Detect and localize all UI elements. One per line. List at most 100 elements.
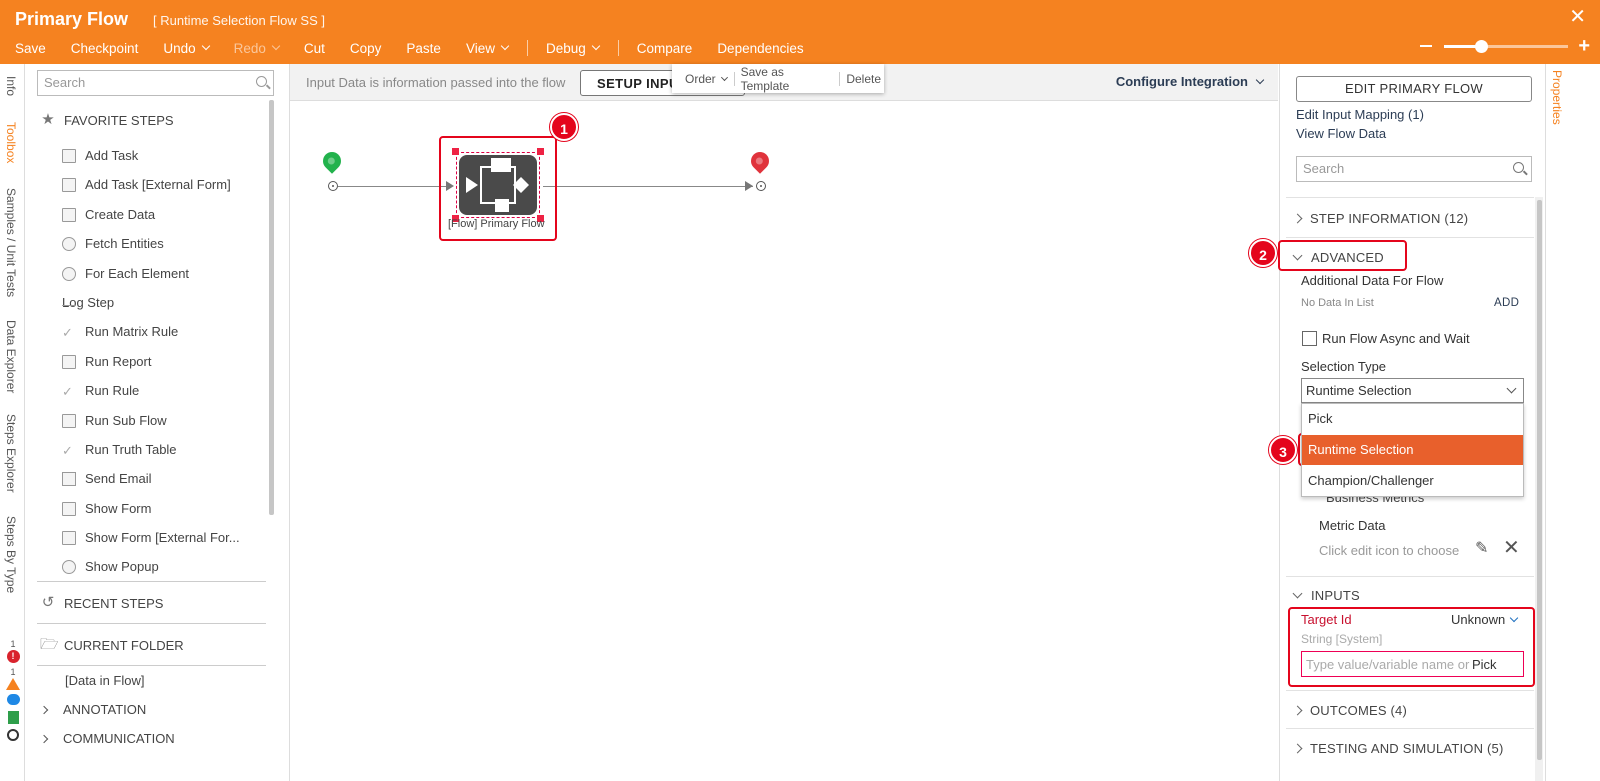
menu-dependencies[interactable]: Dependencies	[709, 41, 811, 56]
menu-redo[interactable]: Redo	[226, 41, 287, 56]
menu-undo[interactable]: Undo	[155, 41, 216, 56]
menu-compare[interactable]: Compare	[629, 41, 701, 56]
tab-data-explorer[interactable]: Data Explorer	[4, 320, 18, 393]
data-in-flow-item[interactable]: [Data in Flow]	[65, 673, 144, 688]
favorite-steps-header[interactable]: ★ FAVORITE STEPS	[40, 111, 173, 128]
selection-type-select[interactable]: Runtime Selection	[1301, 378, 1524, 403]
arrow-icon	[745, 181, 753, 191]
chevron-right-icon	[39, 734, 49, 743]
settings-icon[interactable]	[7, 729, 19, 741]
properties-search-input[interactable]: Search	[1296, 156, 1532, 182]
step-show-form-external[interactable]: Show Form [External For...	[62, 530, 240, 545]
zoom-out-icon[interactable]	[1420, 45, 1432, 47]
chat-icon[interactable]	[6, 694, 20, 705]
save-as-template-button[interactable]: Save as Template	[738, 65, 837, 93]
tab-properties[interactable]: Properties	[1550, 70, 1564, 125]
tab-samples[interactable]: Samples / Unit Tests	[4, 188, 18, 297]
order-menu[interactable]: Order	[682, 72, 719, 86]
status-icons: 1 ! 1	[4, 639, 22, 741]
start-connector[interactable]	[328, 181, 338, 191]
star-icon: ★	[41, 111, 55, 128]
close-icon[interactable]: ✕	[1569, 7, 1586, 27]
step-add-task[interactable]: Add Task	[62, 148, 138, 163]
menu-checkpoint[interactable]: Checkpoint	[63, 41, 147, 56]
step-fetch-entities[interactable]: Fetch Entities	[62, 236, 164, 251]
error-icon[interactable]: !	[6, 650, 20, 663]
step-log-step[interactable]: Log Step	[62, 295, 114, 310]
callout-target-id-highlight	[1288, 607, 1535, 687]
selection-type-dropdown: Pick Runtime Selection Champion/Challeng…	[1301, 403, 1524, 497]
zoom-handle[interactable]	[1475, 40, 1488, 53]
add-data-button[interactable]: ADD	[1494, 297, 1519, 309]
form-icon	[62, 530, 76, 545]
connector-line	[543, 186, 753, 187]
tab-toolbox[interactable]: Toolbox	[4, 122, 18, 163]
rule-icon	[62, 325, 76, 339]
end-connector[interactable]	[756, 181, 766, 191]
toolbox-search-input[interactable]: Search	[37, 70, 274, 96]
delete-button[interactable]: Delete	[843, 72, 884, 86]
pencil-icon[interactable]: ✎	[1475, 541, 1491, 557]
current-folder-header[interactable]: 🗁 CURRENT FOLDER	[40, 637, 184, 653]
step-information-section[interactable]: STEP INFORMATION (12)	[1292, 211, 1468, 226]
edit-primary-flow-button[interactable]: EDIT PRIMARY FLOW	[1296, 76, 1532, 102]
option-pick[interactable]: Pick	[1302, 404, 1523, 434]
menu-debug[interactable]: Debug	[538, 41, 607, 56]
outcomes-section[interactable]: OUTCOMES (4)	[1292, 703, 1407, 718]
view-flow-data-link[interactable]: View Flow Data	[1296, 126, 1386, 141]
step-show-popup[interactable]: Show Popup	[62, 559, 159, 574]
properties-scrollbar[interactable]	[1537, 200, 1542, 760]
menu-separator	[617, 40, 619, 56]
step-run-matrix-rule[interactable]: Run Matrix Rule	[62, 324, 178, 339]
form-icon	[62, 148, 76, 163]
rule-icon	[62, 384, 76, 398]
divider	[1286, 576, 1534, 577]
step-run-truth-table[interactable]: Run Truth Table	[62, 442, 177, 457]
menu-cut[interactable]: Cut	[296, 41, 333, 56]
divider	[1286, 728, 1534, 729]
category-annotation[interactable]: ANNOTATION	[39, 702, 146, 717]
testing-section[interactable]: TESTING AND SIMULATION (5)	[1292, 741, 1503, 756]
tab-steps-explorer[interactable]: Steps Explorer	[4, 414, 18, 493]
zoom-in-icon[interactable]: +	[1578, 36, 1590, 56]
divider	[1286, 237, 1534, 238]
recent-steps-header[interactable]: ↺ RECENT STEPS	[40, 595, 164, 611]
left-side-tabs: Info Toolbox Samples / Unit Tests Data E…	[0, 64, 25, 781]
configure-integration-dropdown[interactable]: Configure Integration	[1116, 74, 1265, 89]
inputs-section[interactable]: INPUTS	[1292, 588, 1360, 603]
warning-count: 1	[10, 667, 16, 677]
option-runtime-selection[interactable]: Runtime Selection	[1302, 435, 1523, 465]
step-for-each-element[interactable]: For Each Element	[62, 266, 189, 281]
run-async-checkbox[interactable]	[1302, 331, 1317, 346]
connector-line	[338, 186, 448, 187]
callout-advanced-highlight	[1278, 240, 1407, 271]
option-champion-challenger[interactable]: Champion/Challenger	[1302, 466, 1523, 496]
step-send-email[interactable]: Send Email	[62, 471, 151, 486]
step-show-form[interactable]: Show Form	[62, 501, 151, 516]
category-communication[interactable]: COMMUNICATION	[39, 731, 175, 746]
step-create-data[interactable]: Create Data	[62, 207, 155, 222]
divider	[37, 581, 266, 582]
toolbox-scrollbar[interactable]	[269, 100, 274, 515]
document-icon[interactable]	[7, 711, 19, 724]
zoom-slider[interactable]: +	[1420, 36, 1590, 56]
menu-copy[interactable]: Copy	[342, 41, 390, 56]
tab-steps-by-type[interactable]: Steps By Type	[4, 516, 18, 593]
metric-data-hint: Click edit icon to choose	[1319, 543, 1460, 558]
step-add-task-external[interactable]: Add Task [External Form]	[62, 177, 231, 192]
step-run-sub-flow[interactable]: Run Sub Flow	[62, 413, 167, 428]
menu-save[interactable]: Save	[0, 41, 54, 56]
search-icon[interactable]	[1513, 162, 1524, 173]
search-icon[interactable]	[256, 76, 267, 87]
tab-info[interactable]: Info	[4, 76, 18, 96]
warning-icon[interactable]	[6, 678, 20, 690]
menu-paste[interactable]: Paste	[398, 41, 449, 56]
edit-input-mapping-link[interactable]: Edit Input Mapping (1)	[1296, 107, 1424, 122]
divider	[37, 623, 266, 624]
pulse-icon	[62, 305, 76, 306]
close-icon[interactable]: ✕	[1503, 538, 1521, 558]
step-run-rule[interactable]: Run Rule	[62, 383, 139, 398]
step-run-report[interactable]: Run Report	[62, 354, 151, 369]
right-side-tabs: Properties	[1545, 64, 1600, 781]
menu-view[interactable]: View	[458, 41, 516, 56]
